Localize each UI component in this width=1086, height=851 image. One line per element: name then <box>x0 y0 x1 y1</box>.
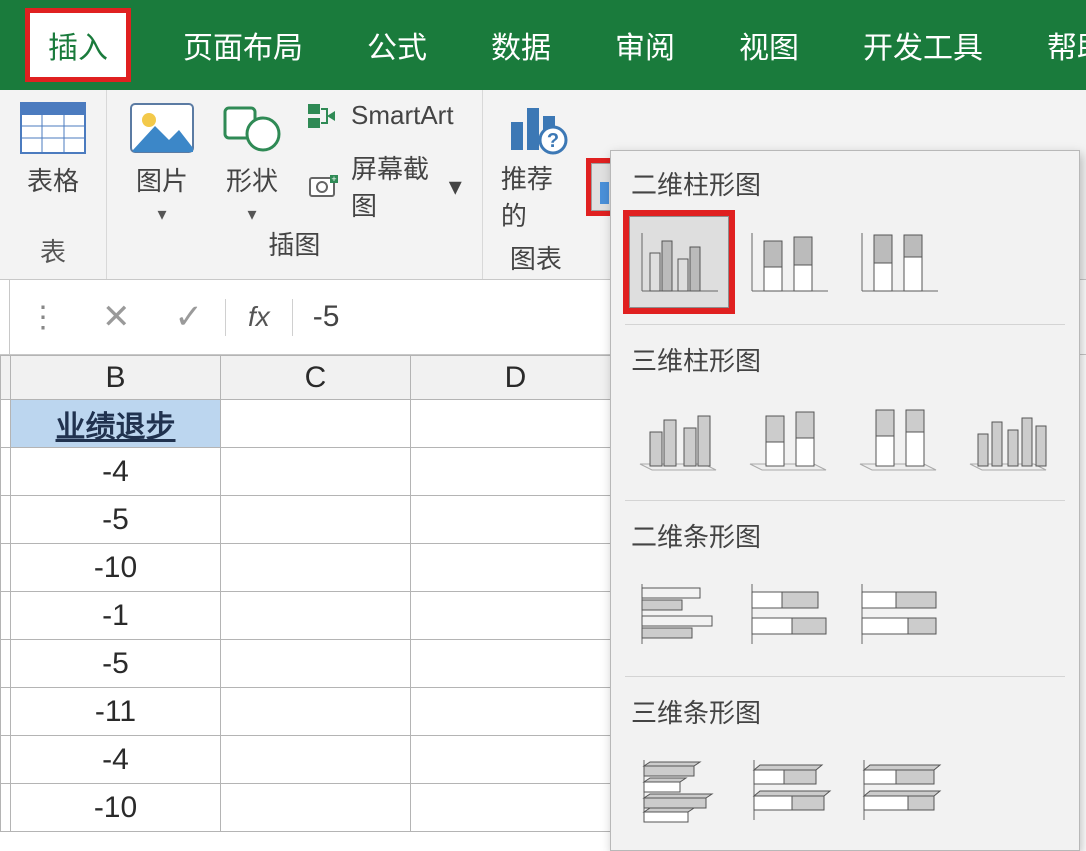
formula-input[interactable]: -5 <box>293 300 360 334</box>
cell[interactable] <box>221 400 411 448</box>
100-stacked-column-option[interactable] <box>849 216 949 308</box>
pictures-button[interactable]: 图片 ▾ <box>127 100 197 225</box>
cell[interactable]: -1 <box>11 592 221 640</box>
3d-stacked-bar-option[interactable] <box>739 744 839 836</box>
smartart-button[interactable]: SmartArt <box>307 100 462 131</box>
recommended-charts-icon: ? <box>501 98 571 153</box>
section-2d-bar: 二维条形图 <box>611 503 1079 562</box>
fx-label[interactable]: fx <box>226 301 292 333</box>
enter-button[interactable]: ✓ <box>153 297 226 337</box>
shapes-button[interactable]: 形状 ▾ <box>217 100 287 225</box>
cell[interactable]: -5 <box>11 640 221 688</box>
cell[interactable] <box>411 400 621 448</box>
col-header-b[interactable]: B <box>11 356 221 400</box>
section-2d-column: 二维柱形图 <box>611 151 1079 210</box>
chevron-down-icon: ▾ <box>157 204 166 225</box>
screenshot-button[interactable]: + 屏幕截图 ▾ <box>307 149 462 223</box>
col-header-d[interactable]: D <box>411 356 621 400</box>
recommended-label-2: 图表 <box>510 239 562 276</box>
recommended-charts-button[interactable]: ? 推荐的 图表 <box>501 98 571 276</box>
table-label: 表格 <box>27 161 79 198</box>
3d-stacked-column-option[interactable] <box>739 392 839 484</box>
chevron-down-icon: ▾ <box>449 171 462 202</box>
screenshot-icon: + <box>307 173 341 199</box>
3d-100-stacked-bar-option[interactable] <box>849 744 949 836</box>
shapes-icon <box>217 100 287 155</box>
cell[interactable]: -10 <box>11 784 221 832</box>
table-icon <box>18 100 88 155</box>
ribbon-tabs: 插入 页面布局 公式 数据 审阅 视图 开发工具 帮助 操作说 <box>0 0 1086 90</box>
shapes-label: 形状 <box>226 161 278 198</box>
cell[interactable]: -11 <box>11 688 221 736</box>
tab-page-layout[interactable]: 页面布局 <box>171 8 315 82</box>
tab-help[interactable]: 帮助 <box>1035 8 1086 82</box>
3d-clustered-bar-option[interactable] <box>629 744 729 836</box>
pictures-label: 图片 <box>136 161 188 198</box>
svg-text:+: + <box>331 174 336 184</box>
3d-column-option[interactable] <box>959 392 1059 484</box>
picture-icon <box>127 100 197 155</box>
group-illustrations: 图片 ▾ 形状 ▾ <box>107 90 483 279</box>
clustered-bar-option[interactable] <box>629 568 729 660</box>
cell[interactable]: -10 <box>11 544 221 592</box>
stacked-column-option[interactable] <box>739 216 839 308</box>
3d-clustered-column-option[interactable] <box>629 392 729 484</box>
cell[interactable]: -4 <box>11 448 221 496</box>
chart-type-dropdown: 二维柱形图 三维柱形图 <box>610 150 1080 851</box>
name-box[interactable] <box>0 280 10 354</box>
smartart-label: SmartArt <box>351 100 454 131</box>
illustrations-group-label: 插图 <box>127 225 462 262</box>
cell[interactable]: -5 <box>11 496 221 544</box>
3d-100-stacked-column-option[interactable] <box>849 392 949 484</box>
section-3d-bar: 三维条形图 <box>611 679 1079 738</box>
tab-insert[interactable]: 插入 <box>25 8 131 82</box>
tab-data[interactable]: 数据 <box>479 8 563 82</box>
tables-group-label: 表 <box>40 232 66 275</box>
svg-text:?: ? <box>547 130 559 152</box>
stacked-bar-option[interactable] <box>739 568 839 660</box>
tab-formulas[interactable]: 公式 <box>355 8 439 82</box>
recommended-label-1: 推荐的 <box>501 159 571 233</box>
tab-view[interactable]: 视图 <box>727 8 811 82</box>
clustered-column-option[interactable] <box>629 216 729 308</box>
tab-developer[interactable]: 开发工具 <box>851 8 995 82</box>
100-stacked-bar-option[interactable] <box>849 568 949 660</box>
tab-review[interactable]: 审阅 <box>603 8 687 82</box>
group-tables: 表格 表 <box>0 90 107 279</box>
cell[interactable]: -4 <box>11 736 221 784</box>
table-button[interactable]: 表格 <box>18 100 88 198</box>
screenshot-label: 屏幕截图 <box>351 149 439 223</box>
corner-cell[interactable] <box>1 356 11 400</box>
col-header-c[interactable]: C <box>221 356 411 400</box>
chevron-down-icon: ▾ <box>247 204 256 225</box>
smartart-icon <box>307 103 341 129</box>
formula-bar-expand[interactable]: ⋮ <box>10 300 80 335</box>
section-3d-column: 三维柱形图 <box>611 327 1079 386</box>
cell[interactable]: 业绩退步 <box>11 400 221 448</box>
cancel-button[interactable]: ✕ <box>80 297 153 337</box>
